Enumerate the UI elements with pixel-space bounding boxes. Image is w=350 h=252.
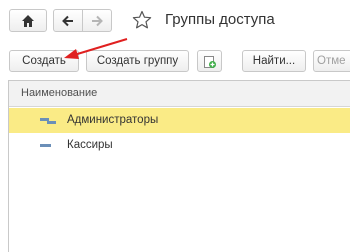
home-button[interactable] <box>9 9 47 32</box>
home-icon <box>22 15 34 27</box>
cancel-search-button[interactable]: Отме <box>313 50 350 72</box>
row-label: Кассиры <box>67 139 113 151</box>
table-row[interactable]: Администраторы <box>9 108 350 133</box>
item-icon <box>40 144 51 147</box>
create-button[interactable]: Создать <box>9 50 79 72</box>
table-row[interactable]: Кассиры <box>9 133 350 158</box>
table-header: Наименование <box>9 81 350 107</box>
forward-button[interactable] <box>82 9 112 32</box>
arrow-left-icon <box>62 15 73 27</box>
add-copy-icon <box>203 56 216 68</box>
copy-button[interactable] <box>197 50 222 72</box>
find-button[interactable]: Найти... <box>242 50 306 72</box>
star-icon[interactable] <box>132 10 152 30</box>
page-title: Группы доступа <box>165 11 275 28</box>
create-group-button[interactable]: Создать группу <box>86 50 189 72</box>
back-button[interactable] <box>53 9 83 32</box>
column-header-name: Наименование <box>21 87 98 99</box>
arrow-right-icon <box>92 15 103 27</box>
row-label: Администраторы <box>67 114 159 126</box>
group-item-icon <box>40 118 56 124</box>
